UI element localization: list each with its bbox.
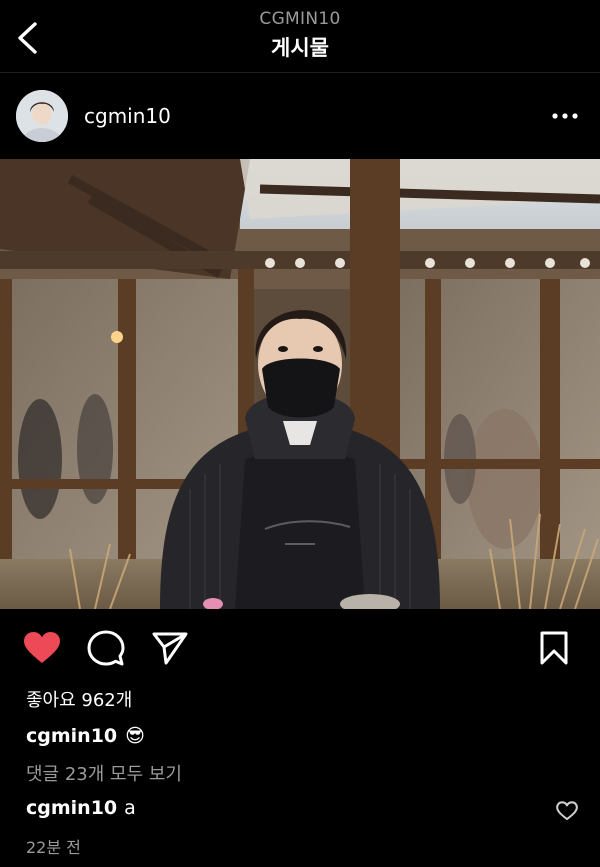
caption: cgmin10 😎	[26, 725, 145, 747]
bookmark-icon	[540, 631, 568, 665]
post-image	[0, 159, 600, 609]
post-time: 22분 전	[26, 838, 81, 857]
comment-row: cgmin10 a	[26, 797, 136, 819]
action-bar	[0, 612, 600, 682]
post-header: cgmin10	[0, 73, 600, 159]
save-button[interactable]	[532, 626, 576, 670]
account-name: CGMIN10	[259, 9, 341, 29]
page-title: 게시물	[271, 36, 329, 60]
comment-bubble-icon	[87, 630, 125, 666]
post-photo[interactable]	[0, 159, 600, 609]
send-icon	[152, 632, 188, 665]
more-options-button[interactable]	[550, 103, 580, 129]
comment-username[interactable]: cgmin10	[26, 797, 117, 819]
heart-outline-icon	[556, 801, 578, 821]
more-horizontal-icon	[552, 113, 578, 119]
post-username[interactable]: cgmin10	[84, 104, 171, 128]
like-button[interactable]	[20, 626, 64, 670]
comment-text: a	[124, 797, 136, 819]
caption-emoji: 😎	[125, 725, 145, 747]
share-button[interactable]	[148, 626, 192, 670]
top-header: CGMIN10 게시물	[0, 0, 600, 73]
comment-like-button[interactable]	[554, 798, 580, 824]
heart-filled-icon	[24, 632, 60, 663]
avatar[interactable]	[16, 90, 68, 142]
view-all-comments-link[interactable]: 댓글 23개 모두 보기	[26, 760, 182, 786]
caption-username[interactable]: cgmin10	[26, 725, 117, 747]
comment-button[interactable]	[84, 626, 128, 670]
likes-count[interactable]: 좋아요 962개	[26, 686, 132, 712]
avatar-image	[16, 90, 68, 142]
